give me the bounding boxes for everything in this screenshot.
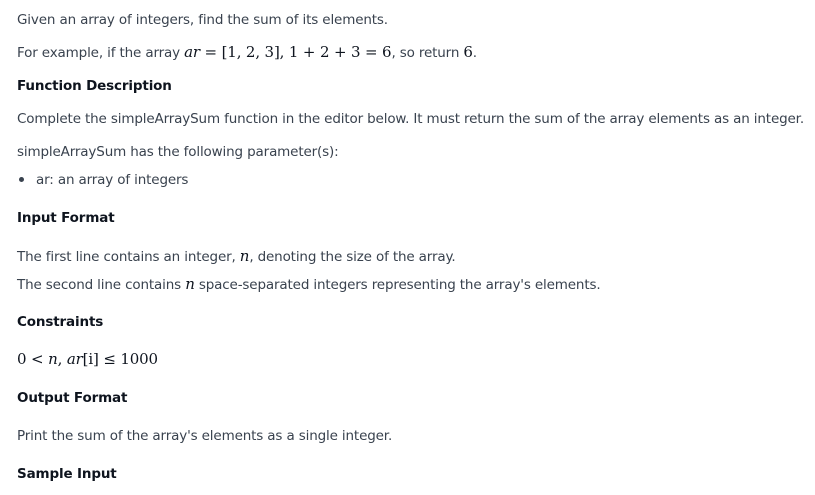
input-line2-prefix: The second line contains (17, 277, 186, 293)
params-intro: simpleArraySum has the following paramet… (17, 144, 339, 160)
var-ar: ar (184, 43, 200, 61)
var-n-italic: n (239, 247, 250, 265)
constraint-var-ar: ar (66, 350, 83, 368)
input-line2-suffix: space-separated integers representing th… (194, 277, 601, 293)
example-suffix: . (472, 45, 477, 61)
constraints-formula: 0 < n, ar[i] ≤ 1000 (17, 349, 158, 369)
intro-text: Given an array of integers, find the sum… (17, 12, 388, 28)
output-format-heading: Output Format (17, 390, 128, 406)
var-n: n (240, 247, 250, 265)
constraint-index: [i] (82, 350, 99, 368)
sum-expression: 1 + 2 + 3 = 6 (288, 43, 392, 61)
function-description-heading: Function Description (17, 78, 172, 94)
constraint-rhs: ≤ 1000 (98, 350, 158, 368)
input-line1-prefix: The first line contains an integer, (17, 249, 240, 265)
constraint-lhs: 0 < (17, 350, 49, 368)
example-middle: , so return (391, 45, 464, 61)
math-equals: = (199, 43, 222, 61)
output-format-text: Print the sum of the array's elements as… (17, 428, 393, 444)
example-prefix: For example, if the array (17, 45, 185, 61)
constraint-comma: , (57, 350, 67, 368)
input-format-line-2: The second line contains n space-separat… (17, 274, 601, 295)
sample-input-heading: Sample Input (17, 466, 117, 482)
example-result: 6 (463, 43, 473, 61)
example-math: ar = [1, 2, 3], 1 + 2 + 3 = 6 (184, 43, 391, 61)
input-format-heading: Input Format (17, 210, 115, 226)
input-format-line-1: The first line contains an integer, n, d… (17, 246, 456, 267)
var-n: n (185, 275, 195, 293)
constraints-heading: Constraints (17, 314, 104, 330)
var-n-italic: n (185, 275, 195, 293)
array-literal: [1, 2, 3] (221, 43, 280, 61)
input-line1-suffix: , denoting the size of the array. (249, 249, 456, 265)
param-item: ar: an array of integers (36, 172, 189, 188)
function-description-text: Complete the simpleArraySum function in … (17, 111, 804, 127)
bullet-icon (19, 177, 24, 182)
math-sep: , (279, 43, 289, 61)
example-text: For example, if the array ar = [1, 2, 3]… (17, 42, 477, 63)
constraint-var-n: n (48, 350, 58, 368)
